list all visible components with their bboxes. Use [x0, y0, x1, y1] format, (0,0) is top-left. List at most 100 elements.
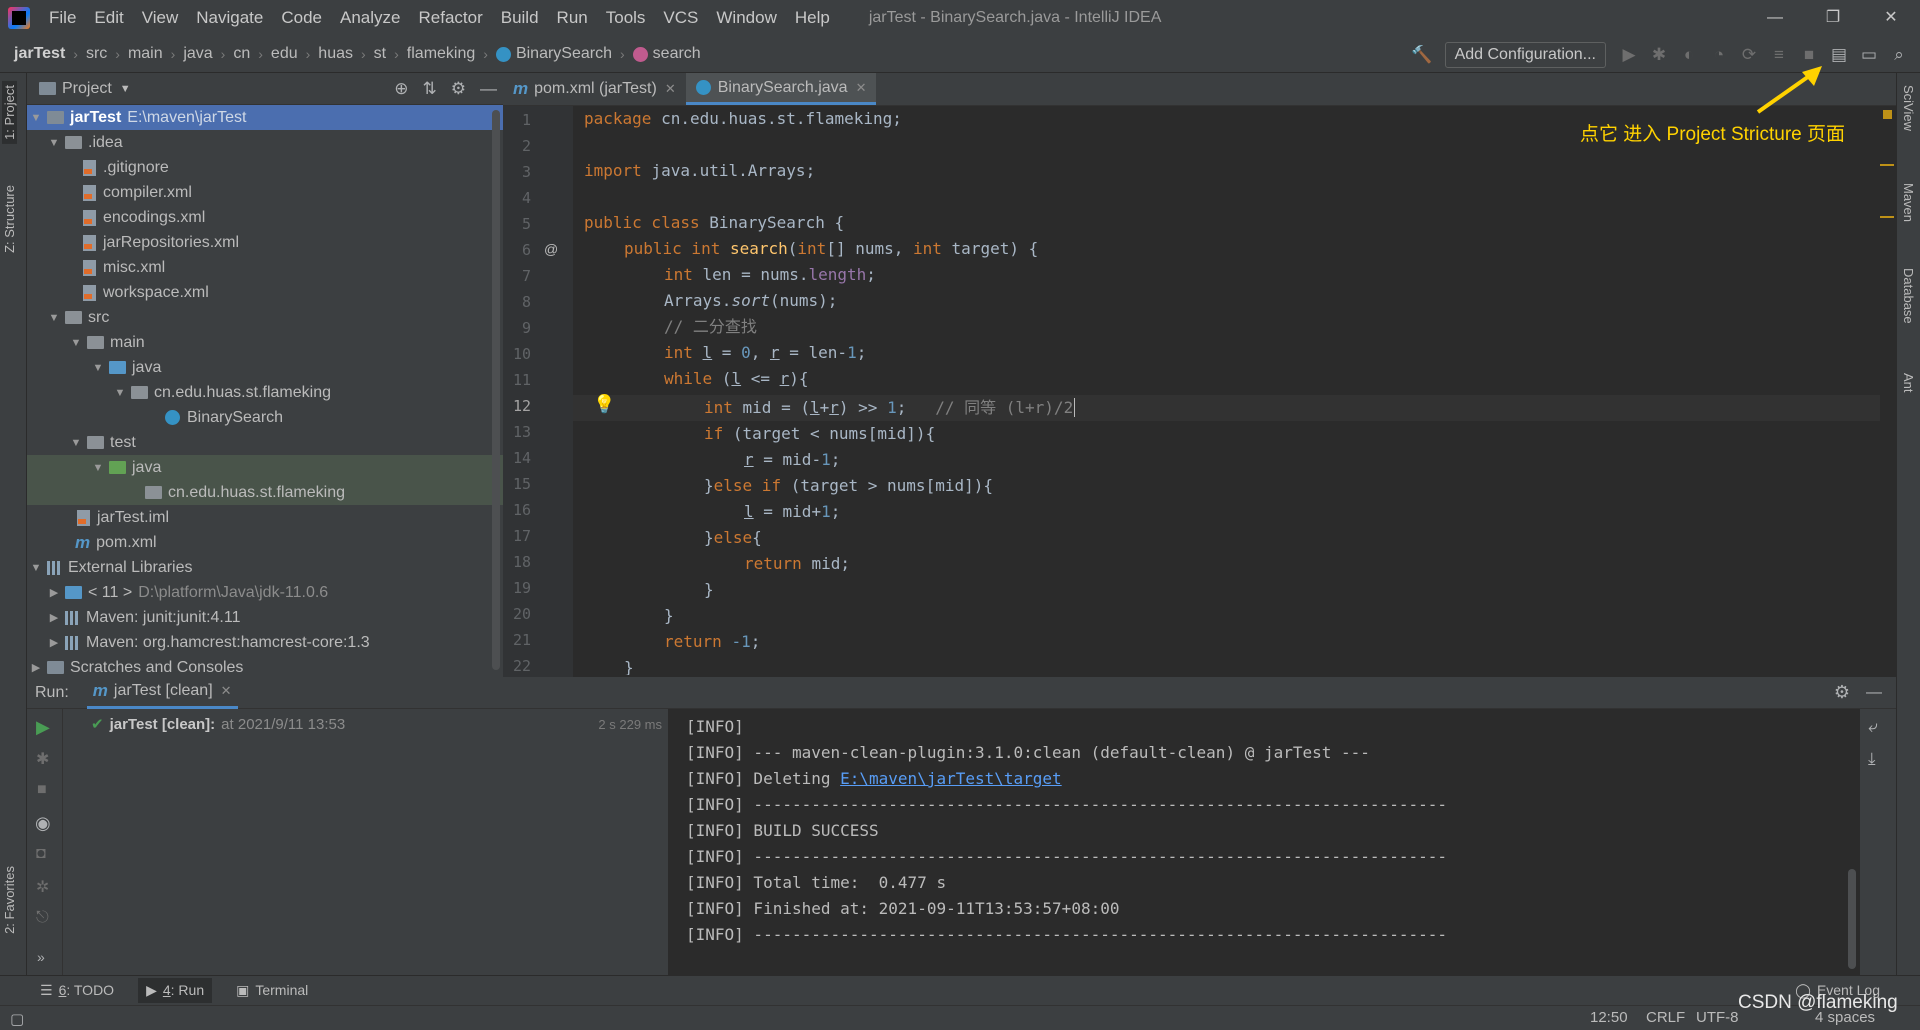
menu-view[interactable]: View [133, 8, 188, 28]
run-tab[interactable]: m jarTest [clean] ✕ [86, 677, 238, 709]
maven-tool-tab[interactable]: Maven [1901, 183, 1916, 222]
database-tool-tab[interactable]: Database [1901, 268, 1916, 324]
exit-icon[interactable]: ⎋ [36, 909, 49, 927]
tree-item-junit[interactable]: ▶ Maven: junit:junit:4.11 [27, 605, 503, 630]
code-line-7[interactable]: int len = nums.length; [664, 262, 876, 288]
menu-build[interactable]: Build [492, 8, 548, 28]
ant-tool-tab[interactable]: Ant [1901, 373, 1916, 393]
scroll-to-end-icon[interactable]: ⤓ [1868, 749, 1876, 769]
close-icon[interactable]: ✕ [856, 80, 867, 96]
menu-edit[interactable]: Edit [85, 8, 132, 28]
code-line-19[interactable]: } [704, 577, 714, 603]
code-line-13[interactable]: if (target < nums[mid]){ [704, 421, 935, 447]
search-icon[interactable]: ⌕ [1886, 42, 1912, 68]
editor-scrollbar[interactable] [1880, 106, 1894, 677]
presentation-icon[interactable]: ▭ [1856, 42, 1882, 68]
tree-item-test-package[interactable]: cn.edu.huas.st.flameking [27, 480, 503, 505]
hide-icon[interactable]: — [1866, 684, 1882, 702]
tree-item-src[interactable]: ▼ src [27, 305, 503, 330]
todo-tool-tab[interactable]: ☰ 6: TODO [40, 982, 114, 999]
chevron-down-icon[interactable]: ▼ [120, 83, 131, 95]
layout-icon[interactable]: ▢ [10, 1010, 24, 1028]
menu-vcs[interactable]: VCS [654, 8, 707, 28]
code-line-3[interactable]: import java.util.Arrays; [584, 158, 815, 184]
code-line-22[interactable]: } [624, 655, 634, 675]
project-view-selector[interactable]: Project [62, 80, 112, 98]
lightbulb-icon[interactable]: 💡 [593, 394, 615, 415]
breadcrumb-src[interactable]: src [86, 45, 107, 63]
profile-icon[interactable]: ◔ [1706, 42, 1732, 68]
tree-item-hamcrest[interactable]: ▶ Maven: org.hamcrest:hamcrest-core:1.3 [27, 630, 503, 655]
tree-item-external-libraries[interactable]: ▼ External Libraries [27, 555, 503, 580]
debug-icon[interactable]: ✱ [1646, 42, 1672, 68]
code-line-1[interactable]: package cn.edu.huas.st.flameking; [584, 106, 902, 132]
menu-navigate[interactable]: Navigate [187, 8, 272, 28]
menu-help[interactable]: Help [786, 8, 839, 28]
console-scrollbar[interactable] [1848, 869, 1856, 969]
line-separator[interactable]: CRLF [1646, 1009, 1685, 1026]
favorites-tool-tab[interactable]: 2: Favorites [2, 866, 17, 934]
tree-item-test-java[interactable]: ▼ java [27, 455, 503, 480]
code-line-17[interactable]: }else{ [704, 525, 762, 551]
settings-icon[interactable]: ✲ [36, 877, 49, 897]
minimize-button[interactable]: — [1746, 0, 1804, 36]
sciview-tool-tab[interactable]: SciView [1901, 85, 1916, 131]
project-tool-tab[interactable]: 1: Project [2, 81, 17, 144]
project-scrollbar[interactable] [492, 110, 500, 670]
gear-icon[interactable]: ⚙ [1834, 682, 1850, 703]
menu-tools[interactable]: Tools [597, 8, 655, 28]
rerun-icon[interactable]: ▶ [36, 717, 50, 738]
close-icon[interactable]: ✕ [221, 683, 232, 699]
soft-wrap-icon[interactable]: ⤶ [1868, 717, 1878, 737]
tree-item-main-java[interactable]: ▼ java [27, 355, 503, 380]
console-output[interactable]: [INFO] [INFO] --- maven-clean-plugin:3.1… [668, 709, 1860, 975]
add-configuration-button[interactable]: Add Configuration... [1444, 41, 1606, 68]
tree-item-workspace-xml[interactable]: workspace.xml [27, 280, 503, 305]
run-task-row[interactable]: ✔ jarTest [clean]: at 2021/9/11 13:53 [91, 715, 345, 734]
breadcrumb-class[interactable]: BinarySearch [516, 45, 612, 63]
eye-icon[interactable]: ◉ [35, 813, 51, 834]
tree-item-main[interactable]: ▼ main [27, 330, 503, 355]
close-button[interactable]: ✕ [1862, 0, 1920, 36]
build-hammer-icon[interactable]: 🔨 [1409, 42, 1435, 68]
run-tool-tab[interactable]: ▶ 4: Run [138, 978, 213, 1003]
restore-button[interactable]: ❐ [1804, 0, 1862, 36]
tree-item-binarysearch[interactable]: BinarySearch [27, 405, 503, 430]
code-line-18[interactable]: return mid; [744, 551, 850, 577]
breadcrumb-project[interactable]: jarTest [14, 45, 65, 63]
code-line-21[interactable]: return -1; [664, 629, 760, 655]
menu-run[interactable]: Run [548, 8, 597, 28]
gear-icon[interactable]: ⚙ [451, 79, 466, 99]
coverage-icon[interactable]: ◐ [1676, 42, 1702, 68]
tree-item-idea[interactable]: ▼ .idea [27, 130, 503, 155]
code-line-14[interactable]: r = mid-1; [744, 447, 840, 473]
tree-item-misc-xml[interactable]: misc.xml [27, 255, 503, 280]
tree-item-main-package[interactable]: ▼ cn.edu.huas.st.flameking [27, 380, 503, 405]
terminal-tool-tab[interactable]: ▣ Terminal [236, 982, 308, 999]
camera-icon[interactable]: ◘ [36, 845, 46, 863]
collapse-all-icon[interactable]: ⇅ [423, 79, 437, 99]
menu-window[interactable]: Window [707, 8, 785, 28]
tab-pom-xml[interactable]: m pom.xml (jarTest) ✕ [503, 73, 686, 105]
breadcrumb-main[interactable]: main [128, 45, 163, 63]
caret-position[interactable]: 12:50 [1590, 1009, 1628, 1026]
breadcrumb-huas[interactable]: huas [318, 45, 353, 63]
code-line-11[interactable]: while (l <= r){ [664, 366, 809, 392]
code-line-12[interactable]: int mid = (l+r) >> 1; // 同等 (l+r)/2 [704, 395, 1076, 421]
breadcrumb-flameking[interactable]: flameking [407, 45, 475, 63]
tree-item-jartest[interactable]: ▼ jarTest E:\maven\jarTest [27, 105, 503, 130]
warning-marker-icon[interactable] [1883, 110, 1892, 119]
code-line-8[interactable]: Arrays.sort(nums); [664, 288, 837, 314]
breadcrumb-java[interactable]: java [183, 45, 212, 63]
code-line-20[interactable]: } [664, 603, 674, 629]
breadcrumb-cn[interactable]: cn [233, 45, 250, 63]
locate-icon[interactable]: ⊕ [394, 79, 408, 99]
structure-tool-tab[interactable]: Z: Structure [2, 185, 17, 253]
tree-item-compiler-xml[interactable]: compiler.xml [27, 180, 503, 205]
deleted-path-link[interactable]: E:\maven\jarTest\target [840, 769, 1062, 788]
file-encoding[interactable]: UTF-8 [1696, 1009, 1739, 1026]
tree-item-jartest-iml[interactable]: jarTest.iml [27, 505, 503, 530]
breadcrumb-edu[interactable]: edu [271, 45, 298, 63]
menu-file[interactable]: File [40, 8, 85, 28]
tree-item-encodings-xml[interactable]: encodings.xml [27, 205, 503, 230]
